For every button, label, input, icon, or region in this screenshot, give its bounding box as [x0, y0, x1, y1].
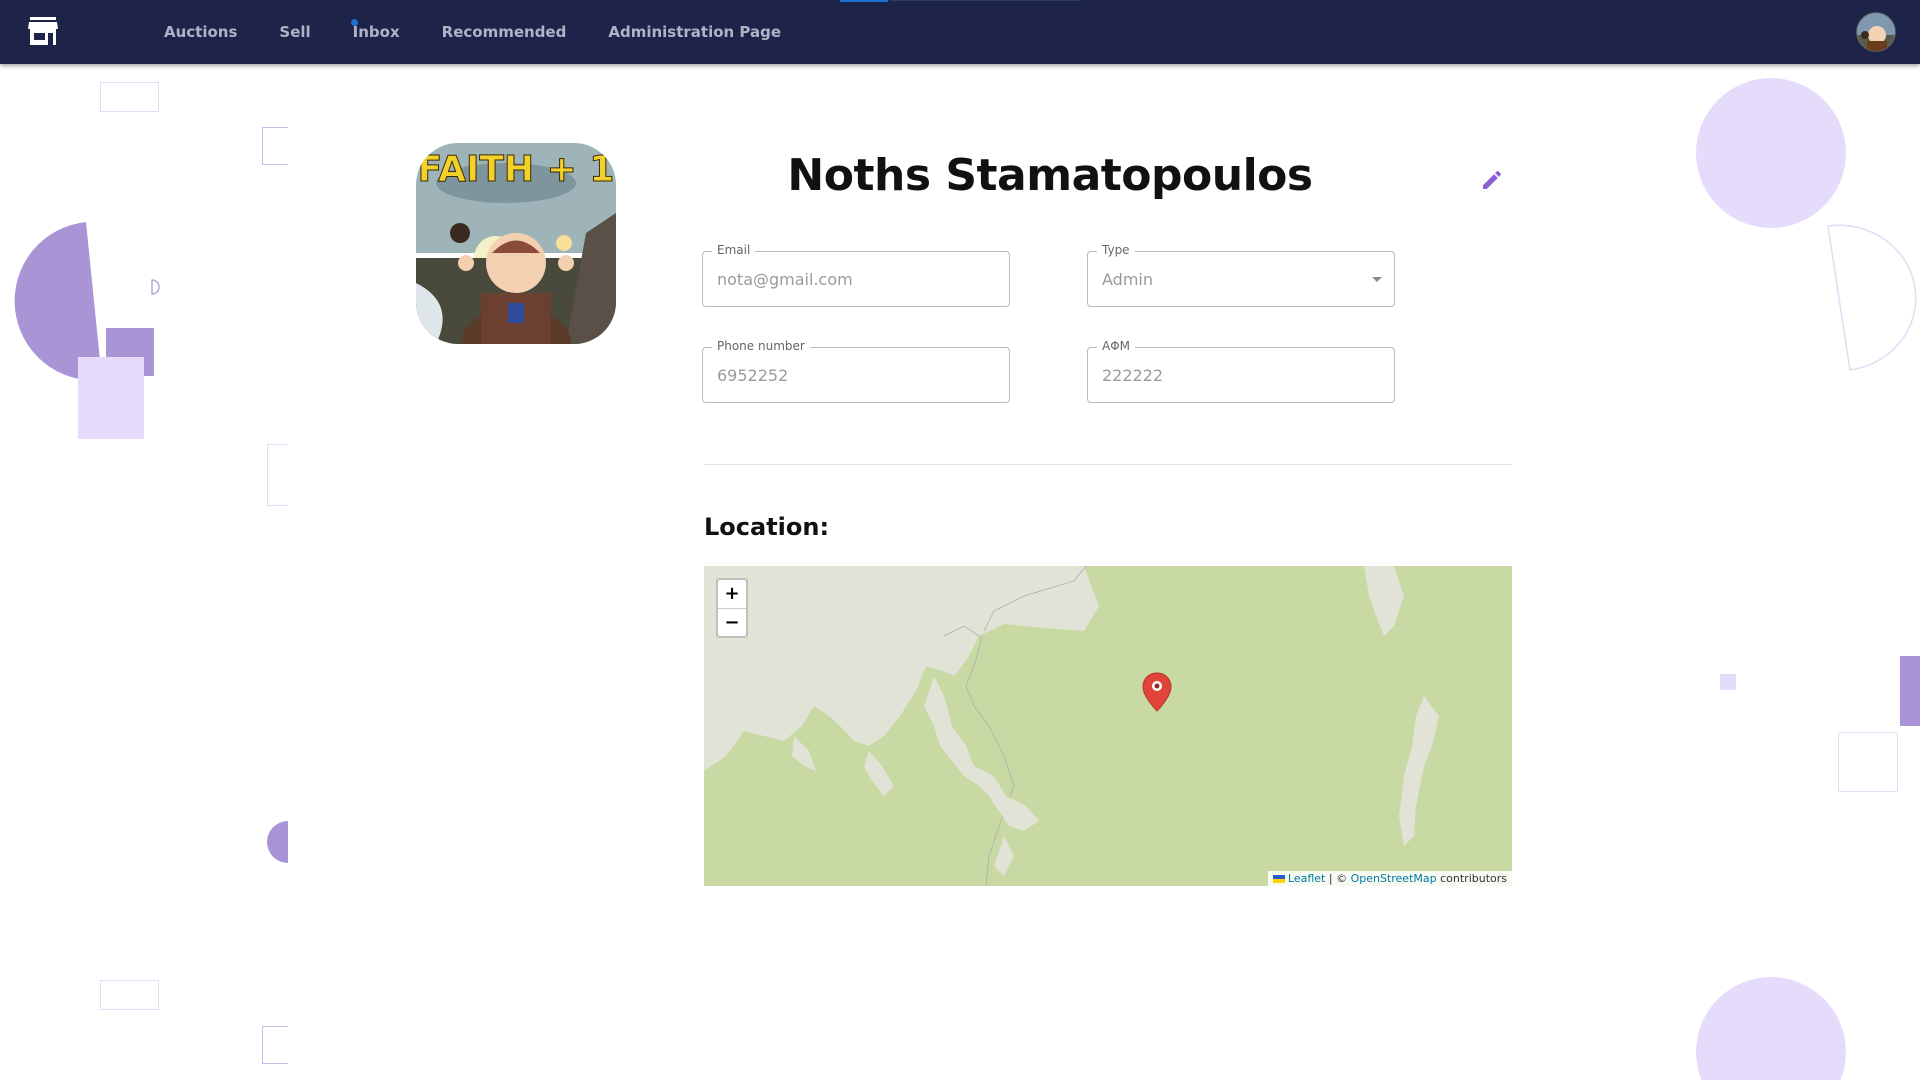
user-avatar[interactable]: [1856, 12, 1896, 52]
nav-auctions-label: Auctions: [164, 23, 238, 41]
map-tiles: [704, 566, 1512, 886]
map-zoom-control: + −: [716, 578, 748, 638]
deco-rect: [1838, 732, 1898, 792]
osm-link[interactable]: OpenStreetMap: [1351, 872, 1437, 885]
top-navbar: Auctions Sell Inbox Recommended Administ…: [0, 0, 1920, 64]
location-title: Location:: [704, 513, 830, 541]
deco-circle: [1696, 977, 1846, 1080]
navbar-line: [890, 0, 1080, 1]
phone-value: 6952252: [717, 366, 789, 385]
email-field[interactable]: Email nota@gmail.com: [702, 243, 1010, 307]
deco-square-light: [78, 357, 144, 439]
deco-bracket: [262, 127, 288, 165]
email-label: Email: [712, 243, 756, 257]
nav-auctions[interactable]: Auctions: [160, 17, 241, 47]
deco-circle: [1696, 78, 1846, 228]
afm-field[interactable]: ΑΦΜ 222222: [1087, 339, 1395, 403]
afm-label: ΑΦΜ: [1097, 339, 1136, 353]
pencil-icon[interactable]: [1480, 168, 1504, 192]
zoom-out-button[interactable]: −: [718, 608, 746, 636]
deco-semicircle: [14, 222, 102, 380]
deco-half-circle: [267, 821, 288, 863]
main-nav: Auctions Sell Inbox Recommended Administ…: [160, 0, 819, 64]
attribution-separator: | ©: [1325, 872, 1351, 885]
nav-recommended-label: Recommended: [441, 23, 567, 41]
attribution-suffix: contributors: [1436, 872, 1507, 885]
deco-bracket: [267, 444, 288, 506]
nav-administration-label: Administration Page: [608, 23, 782, 41]
storefront-icon[interactable]: [28, 17, 58, 45]
leaflet-link[interactable]: Leaflet: [1288, 872, 1325, 885]
nav-inbox[interactable]: Inbox: [349, 17, 404, 47]
map-marker-icon[interactable]: [1142, 672, 1172, 712]
profile-picture-caption: FAITH + 1: [418, 149, 615, 190]
phone-field[interactable]: Phone number 6952252: [702, 339, 1010, 403]
deco-rect: [100, 980, 159, 1010]
ukraine-flag-icon: [1272, 874, 1285, 883]
nav-administration[interactable]: Administration Page: [604, 17, 785, 47]
phone-label: Phone number: [712, 339, 810, 353]
nav-sell[interactable]: Sell: [275, 17, 314, 47]
dropdown-arrow-icon: [1372, 277, 1382, 282]
section-divider: [704, 464, 1512, 465]
location-map[interactable]: + − Leaflet | © OpenStreetMap contributo…: [704, 566, 1512, 886]
nav-sell-label: Sell: [279, 23, 311, 41]
zoom-in-button[interactable]: +: [718, 580, 746, 608]
email-value: nota@gmail.com: [717, 270, 853, 289]
deco-rect: [100, 82, 159, 112]
profile-picture: FAITH + 1: [416, 143, 616, 344]
deco-square: [1720, 674, 1736, 690]
deco-small-arc: [151, 279, 160, 295]
afm-value: 222222: [1102, 366, 1164, 385]
type-select[interactable]: Type Admin: [1087, 243, 1395, 307]
type-value: Admin: [1102, 270, 1153, 289]
deco-bar: [1900, 656, 1920, 726]
deco-bracket: [262, 1026, 288, 1064]
nav-recommended[interactable]: Recommended: [438, 17, 571, 47]
nav-inbox-label: Inbox: [352, 23, 400, 41]
type-label: Type: [1097, 243, 1135, 257]
active-indicator: [840, 0, 888, 2]
unread-dot: [350, 19, 358, 26]
map-attribution: Leaflet | © OpenStreetMap contributors: [1267, 871, 1512, 886]
avatar-image: [1857, 13, 1895, 51]
profile-page: Auctions Sell Inbox Recommended Administ…: [0, 0, 1920, 1080]
profile-name: Noths Stamatopoulos: [787, 150, 1313, 201]
deco-arc: [1827, 224, 1917, 371]
